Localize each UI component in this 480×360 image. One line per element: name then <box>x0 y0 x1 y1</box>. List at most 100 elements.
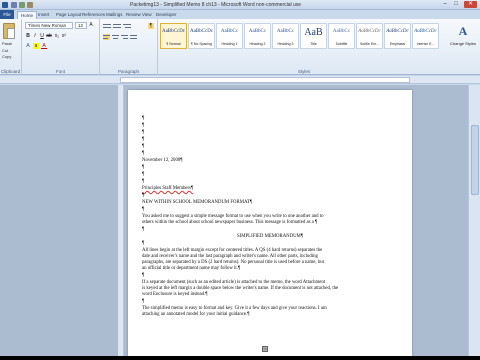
multilevel-list-icon[interactable] <box>123 23 131 29</box>
paste-icon[interactable] <box>3 23 15 39</box>
strikethrough-icon[interactable]: ab <box>46 33 52 39</box>
tab-insert[interactable]: Insert <box>38 11 49 18</box>
close-button[interactable]: ✕ <box>464 1 477 8</box>
vertical-scrollbar[interactable] <box>468 85 480 356</box>
style-heading-1[interactable]: AaBbCc Heading 1 <box>216 23 243 49</box>
document-page[interactable]: ¶ ¶ ¶ ¶ ¶ ¶ November 12, 2008¶ ¶ ¶ ¶ Pri… <box>128 90 412 356</box>
paragraph-mark: ¶ <box>142 207 145 212</box>
font-name-dropdown[interactable]: Times New Roman <box>25 22 73 29</box>
body-line: others within the school about school ne… <box>142 220 318 225</box>
scrollbar-thumb[interactable] <box>471 125 479 195</box>
style-sample: AaB <box>304 27 323 38</box>
paragraph-mark: ¶ <box>142 151 145 156</box>
underline-icon[interactable]: U <box>39 33 45 39</box>
body-line: attaching an annotated model for your in… <box>142 312 250 317</box>
ruler-strip <box>120 77 410 83</box>
tab-developer[interactable]: Developer <box>156 11 177 18</box>
style-emphasis[interactable]: AaBbCcDc Emphasis <box>384 23 411 49</box>
text-effects-icon[interactable]: A <box>25 43 31 49</box>
paragraph-mark: ¶ <box>142 227 145 232</box>
redo-icon[interactable] <box>27 2 33 8</box>
subscript-icon[interactable]: x₂ <box>54 33 60 39</box>
highlight-icon[interactable]: a <box>33 43 39 49</box>
undo-icon[interactable] <box>19 2 25 8</box>
paragraph-mark: ¶ <box>142 241 145 246</box>
tab-page-layout[interactable]: Page Layout <box>56 11 81 18</box>
letterbox-bar <box>0 356 480 360</box>
horizontal-ruler[interactable] <box>0 76 480 84</box>
style-title[interactable]: AaB Title <box>300 23 327 49</box>
paragraph-group-label: Paragraph <box>117 69 139 74</box>
memo-date: November 12, 2008¶ <box>142 158 183 163</box>
font-group: Times New Roman 12 A B I U ab x₂ x² A a … <box>22 19 100 75</box>
style-name: Subtle Em... <box>359 42 380 46</box>
style-subtle-emphasis[interactable]: AaBbCcDc Subtle Em... <box>356 23 383 49</box>
style-heading-2[interactable]: AaBbCc Heading 2 <box>244 23 271 49</box>
change-styles-button[interactable]: A Change Styles <box>450 23 476 63</box>
style-name: Subtitle <box>335 42 348 46</box>
paragraph-mark: ¶ <box>142 179 145 184</box>
tab-home[interactable]: Home <box>17 11 38 19</box>
font-size-dropdown[interactable]: 12 <box>75 22 87 29</box>
paste-options-icon[interactable]: ▤ <box>262 346 268 352</box>
word-logo-icon[interactable] <box>2 2 8 8</box>
style-no-spacing[interactable]: AaBbCcDc ¶ No Spacing <box>188 23 215 49</box>
style-name: Heading 3 <box>277 42 294 46</box>
memo-heading: SIMPLIFIED MEMORANDUM¶ <box>236 234 303 239</box>
paragraph-mark: ¶ <box>142 273 145 278</box>
superscript-icon[interactable]: x² <box>61 33 67 39</box>
paragraph-mark: ¶ <box>142 165 145 170</box>
paragraph-group: ¶ Paragraph <box>100 19 158 75</box>
italic-icon[interactable]: I <box>32 33 38 39</box>
body-line: an official title or department name may… <box>142 266 241 271</box>
save-icon[interactable] <box>11 2 17 8</box>
title-bar: Packetimg13 - Simplified Memo 8 ch13 - M… <box>0 0 480 10</box>
grow-font-icon[interactable]: A <box>88 22 94 28</box>
show-hide-pilcrow-icon[interactable]: ¶ <box>148 23 154 29</box>
paragraph-mark: ¶ <box>142 116 145 121</box>
align-left-icon[interactable] <box>103 34 110 40</box>
paragraph-mark: ¶ <box>142 144 145 149</box>
file-tab[interactable]: File <box>0 10 14 19</box>
tab-mailings[interactable]: Mailings <box>106 11 123 18</box>
paragraph-mark: ¶ <box>142 130 145 135</box>
memo-recipient: Principles Staff Members¶ <box>142 186 194 191</box>
vertical-ruler[interactable] <box>118 85 124 356</box>
minimize-button[interactable]: – <box>440 1 450 8</box>
paste-button[interactable]: Paste <box>2 41 12 47</box>
style-sample: AaBbCc <box>248 29 267 34</box>
paragraph-mark: ¶ <box>142 137 145 142</box>
tab-review[interactable]: Review <box>126 11 141 18</box>
paragraph-mark: ¶ <box>142 299 145 304</box>
align-center-icon[interactable] <box>112 34 119 40</box>
style-name: Emphasis <box>389 42 406 46</box>
clipboard-group-label: Clipboard <box>0 69 21 74</box>
style-intense-emphasis[interactable]: AaBbCcDc Intense E... <box>412 23 439 49</box>
bullets-icon[interactable] <box>103 23 111 29</box>
numbering-icon[interactable] <box>113 23 121 29</box>
style-normal[interactable]: AaBbCcDc ¶ Normal <box>160 23 187 49</box>
style-heading-3[interactable]: AaBbCc Heading 3 <box>272 23 299 49</box>
paragraph-mark: ¶ <box>142 172 145 177</box>
change-styles-icon: A <box>458 24 468 38</box>
justify-icon[interactable] <box>130 34 137 40</box>
bold-icon[interactable]: B <box>25 33 31 39</box>
word-window: Packetimg13 - Simplified Memo 8 ch13 - M… <box>0 0 480 356</box>
style-sample: AaBbCc <box>276 29 295 34</box>
copy-button[interactable]: Copy <box>2 54 11 60</box>
style-subtitle[interactable]: AaBbCc Subtitle <box>328 23 355 49</box>
align-right-icon[interactable] <box>121 34 128 40</box>
maximize-button[interactable]: □ <box>451 1 461 8</box>
style-name: ¶ No Spacing <box>191 42 212 46</box>
style-sample: AaBbCc <box>332 29 351 34</box>
window-title: Packetimg13 - Simplified Memo 8 ch13 - M… <box>130 2 302 8</box>
tab-view[interactable]: View <box>142 11 152 18</box>
style-name: Heading 2 <box>249 42 266 46</box>
style-sample: AaBbCcDc <box>358 29 381 34</box>
font-color-icon[interactable]: A <box>41 43 47 49</box>
ribbon: Paste Cut Copy Clipboard Times New Roman… <box>0 19 480 75</box>
font-group-label: Font <box>55 69 65 74</box>
word-application: Packetimg13 - Simplified Memo 8 ch13 - M… <box>0 0 480 360</box>
style-sample: AaBbCcDc <box>161 29 186 34</box>
tab-references[interactable]: References <box>82 11 105 18</box>
